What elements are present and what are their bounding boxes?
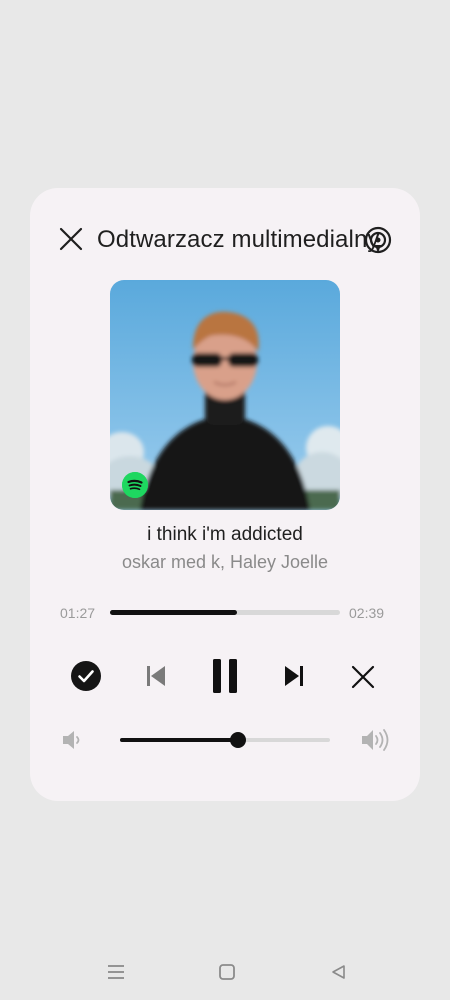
progress-fill (110, 610, 237, 615)
skip-next-icon (285, 666, 303, 686)
home-button[interactable] (215, 960, 239, 984)
check-circle-icon (71, 661, 101, 691)
track-artist: oskar med k, Haley Joelle (121, 552, 329, 572)
dismiss-button[interactable] (350, 664, 376, 690)
elapsed-time: 01:27 (60, 605, 96, 621)
like-button[interactable] (70, 660, 102, 692)
spotify-icon (122, 472, 148, 498)
close-icon (59, 227, 83, 251)
menu-icon (108, 965, 124, 979)
previous-button[interactable] (144, 664, 168, 688)
skip-previous-icon (147, 666, 165, 686)
progress-bar[interactable] (110, 610, 340, 615)
home-square-icon (219, 964, 235, 980)
volume-up-button[interactable] (359, 725, 391, 755)
total-time: 02:39 (349, 605, 385, 621)
back-button[interactable] (326, 960, 350, 984)
back-triangle-icon (332, 965, 345, 979)
spotify-badge (122, 472, 148, 498)
recent-apps-button[interactable] (104, 960, 128, 984)
page-title: Odtwarzacz multimedialny (97, 226, 380, 253)
pause-icon (213, 659, 237, 693)
track-title: i think i'm addicted (147, 524, 303, 545)
volume-down-button[interactable] (60, 727, 86, 753)
cast-button[interactable] (362, 224, 394, 256)
cast-icon (364, 226, 392, 254)
screen: Odtwarzacz multimedialny i think i'm add… (0, 0, 450, 1000)
pause-button[interactable] (210, 658, 240, 694)
volume-low-icon (63, 731, 80, 749)
close-icon (351, 665, 375, 689)
volume-slider-handle[interactable] (229, 732, 246, 748)
player-header: Odtwarzacz multimedialny (30, 188, 420, 288)
album-artwork (110, 280, 340, 510)
next-button[interactable] (282, 664, 306, 688)
media-player-card: Odtwarzacz multimedialny i think i'm add… (30, 188, 420, 801)
volume-fill (120, 738, 238, 742)
volume-slider[interactable] (120, 732, 330, 748)
volume-high-icon (362, 729, 389, 751)
close-button[interactable] (56, 224, 86, 254)
